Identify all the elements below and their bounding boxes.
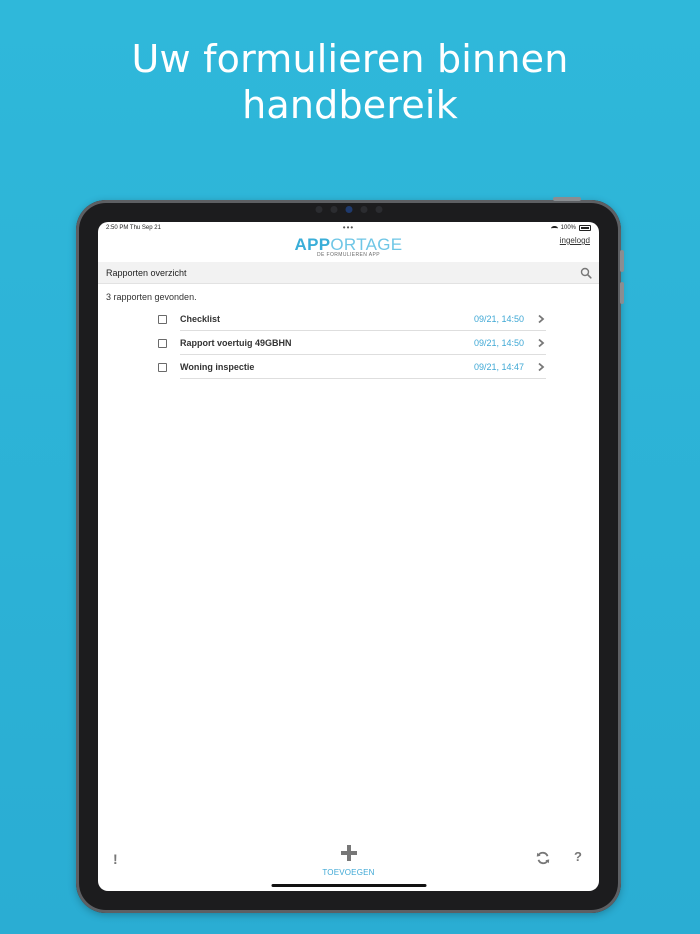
- wifi-icon: [550, 225, 558, 231]
- tablet-device: 2:50 PM Thu Sep 21 ••• 100% APPORTAGE DE…: [76, 197, 624, 913]
- add-button-label: TOEVOEGEN: [322, 868, 375, 877]
- camera-bar: [315, 206, 382, 213]
- page-header: Rapporten overzicht: [98, 262, 599, 284]
- help-button[interactable]: ?: [574, 849, 582, 864]
- report-list: Checklist 09/21, 14:50 Rapport voertuig …: [158, 307, 546, 379]
- power-button: [553, 197, 581, 201]
- plus-icon: [340, 845, 357, 861]
- add-button[interactable]: TOEVOEGEN: [309, 845, 389, 877]
- chevron-right-icon[interactable]: [536, 314, 546, 324]
- report-checkbox[interactable]: [158, 314, 167, 324]
- report-row[interactable]: Checklist 09/21, 14:50: [158, 307, 546, 331]
- headline-line-2: handbereik: [242, 83, 458, 127]
- refresh-icon[interactable]: [536, 851, 550, 865]
- search-icon[interactable]: [580, 267, 592, 279]
- results-count: 3 rapporten gevonden.: [106, 292, 197, 302]
- chevron-right-icon[interactable]: [536, 362, 546, 372]
- alert-button[interactable]: !: [113, 851, 118, 867]
- battery-percent: 100%: [560, 225, 576, 231]
- report-name: Woning inspectie: [180, 361, 255, 372]
- headline-line-1: Uw formulieren binnen: [131, 37, 569, 81]
- report-date: 09/21, 14:47: [473, 361, 524, 372]
- camera-icon: [345, 206, 352, 213]
- app-logo: APPORTAGE DE FORMULIEREN APP: [98, 235, 599, 258]
- chevron-right-icon[interactable]: [536, 338, 546, 348]
- promo-headline: Uw formulieren binnen handbereik: [0, 36, 700, 128]
- login-status-link[interactable]: ingelogd: [560, 236, 590, 245]
- page-title: Rapporten overzicht: [106, 268, 187, 278]
- app-screen: 2:50 PM Thu Sep 21 ••• 100% APPORTAGE DE…: [98, 222, 599, 891]
- status-bar: 2:50 PM Thu Sep 21 ••• 100%: [98, 222, 599, 234]
- report-item[interactable]: Rapport voertuig 49GBHN 09/21, 14:50: [180, 331, 546, 355]
- report-checkbox[interactable]: [158, 338, 167, 348]
- multitask-dots[interactable]: •••: [343, 223, 354, 232]
- status-time: 2:50 PM Thu Sep 21: [106, 225, 161, 231]
- report-name: Checklist: [180, 313, 221, 324]
- bottom-toolbar: ! TOEVOEGEN ?: [98, 843, 599, 891]
- logo-subtitle: DE FORMULIEREN APP: [316, 252, 381, 258]
- report-date: 09/21, 14:50: [473, 313, 524, 324]
- report-row[interactable]: Rapport voertuig 49GBHN 09/21, 14:50: [158, 331, 546, 355]
- battery-icon: [579, 225, 591, 231]
- report-date: 09/21, 14:50: [473, 337, 524, 348]
- report-name: Rapport voertuig 49GBHN: [180, 337, 292, 348]
- volume-down-button: [620, 282, 624, 304]
- report-row[interactable]: Woning inspectie 09/21, 14:47: [158, 355, 546, 379]
- report-item[interactable]: Checklist 09/21, 14:50: [180, 307, 546, 331]
- status-right: 100%: [550, 225, 591, 231]
- report-item[interactable]: Woning inspectie 09/21, 14:47: [180, 355, 546, 379]
- report-checkbox[interactable]: [158, 362, 167, 372]
- volume-up-button: [620, 250, 624, 272]
- home-indicator[interactable]: [271, 884, 426, 887]
